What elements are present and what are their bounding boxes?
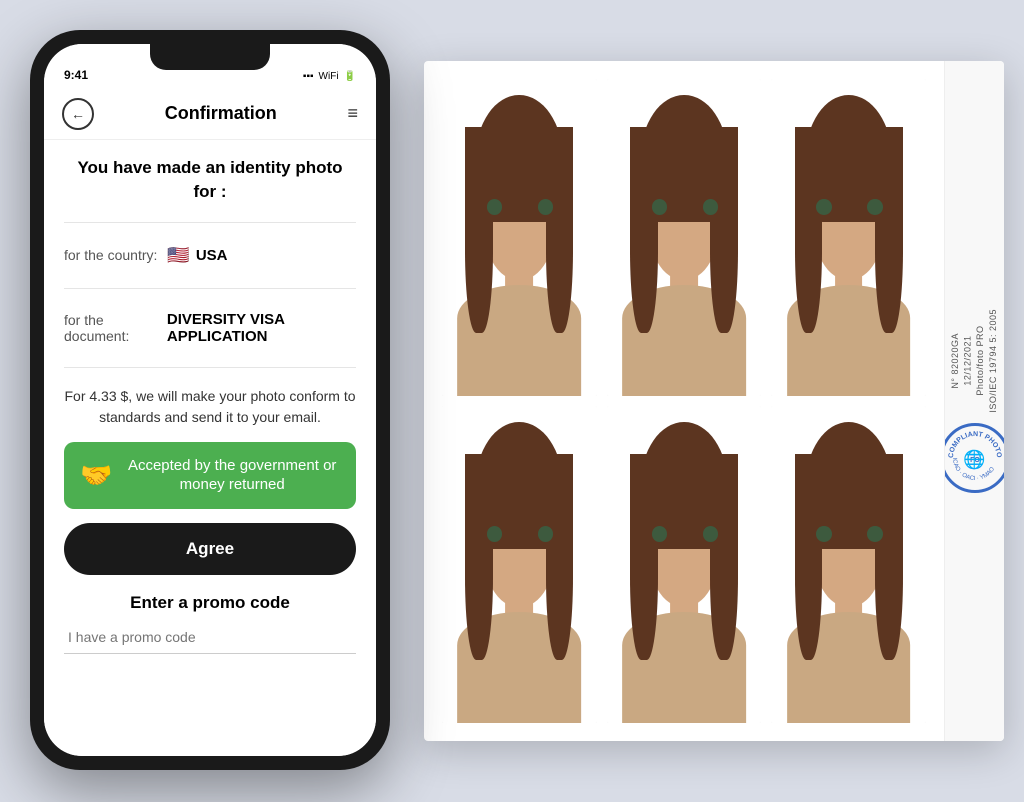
compliant-stamp: COMPLIANT PHOTOS ICAO · OACI · YMAO FO 🌐 <box>944 423 1004 493</box>
nav-title: Confirmation <box>165 103 277 124</box>
country-row: for the country: 🇺🇸 USA <box>64 241 356 270</box>
globe-icon: 🌐 <box>963 449 985 470</box>
photo-sidebar: N° 82020GA 12/12/2021 Photo/foto PRO ISO… <box>944 61 1004 741</box>
sidebar-info: N° 82020GA 12/12/2021 Photo/foto PRO ISO… <box>949 309 999 413</box>
photo-person-5 <box>607 406 762 723</box>
back-button[interactable]: ← <box>62 98 94 130</box>
country-label: for the country: <box>64 247 157 263</box>
scene: 9:41 ▪▪▪ WiFi 🔋 ← Confirmation ≡ You hav… <box>0 0 1024 802</box>
photo-cell-5 <box>607 406 762 723</box>
phone: 9:41 ▪▪▪ WiFi 🔋 ← Confirmation ≡ You hav… <box>30 30 390 770</box>
country-value: 🇺🇸 USA <box>167 245 227 266</box>
heading: You have made an identity photo for : <box>64 156 356 204</box>
photo-cell-4 <box>442 406 597 723</box>
price-text: For 4.33 $, we will make your photo conf… <box>64 386 356 428</box>
document-label: for the document: <box>64 312 157 344</box>
divider-2 <box>64 288 356 289</box>
status-time: 9:41 <box>64 68 88 82</box>
photo-cell-6 <box>771 406 926 723</box>
photo-cell-3 <box>771 79 926 396</box>
photo-person-1 <box>442 79 597 396</box>
photo-cell-1 <box>442 79 597 396</box>
phone-inner: 9:41 ▪▪▪ WiFi 🔋 ← Confirmation ≡ You hav… <box>44 44 376 756</box>
promo-input[interactable] <box>64 621 356 654</box>
sidebar-date: 12/12/2021 <box>962 309 975 413</box>
divider-1 <box>64 222 356 223</box>
guarantee-banner: 🤝 Accepted by the government or money re… <box>64 442 356 509</box>
photo-cell-2 <box>607 79 762 396</box>
divider-3 <box>64 367 356 368</box>
photo-grid <box>424 61 944 741</box>
guarantee-text: Accepted by the government or money retu… <box>124 456 340 495</box>
country-name: USA <box>196 247 228 264</box>
sidebar-standard: ISO/IEC 19794 5: 2005 <box>987 309 1000 413</box>
flag-icon: 🇺🇸 <box>167 245 189 266</box>
wifi-icon: WiFi <box>319 71 339 82</box>
signal-icon: ▪▪▪ <box>303 71 314 82</box>
agree-button[interactable]: Agree <box>64 523 356 575</box>
photo-person-6 <box>771 406 926 723</box>
document-row: for the document: DIVERSITY VISA APPLICA… <box>64 307 356 349</box>
status-icons: ▪▪▪ WiFi 🔋 <box>303 71 356 82</box>
back-icon: ← <box>71 106 85 122</box>
phone-content: You have made an identity photo for : fo… <box>44 140 376 756</box>
sidebar-number: N° 82020GA <box>949 309 962 413</box>
photo-person-2 <box>607 79 762 396</box>
photo-person-3 <box>771 79 926 396</box>
promo-title: Enter a promo code <box>64 593 356 613</box>
sidebar-brand: Photo/foto PRO <box>975 309 988 413</box>
promo-section: Enter a promo code <box>64 589 356 654</box>
photo-sheet: N° 82020GA 12/12/2021 Photo/foto PRO ISO… <box>424 61 1004 741</box>
menu-icon[interactable]: ≡ <box>347 103 358 124</box>
phone-notch <box>150 44 270 70</box>
document-value: DIVERSITY VISA APPLICATION <box>167 311 356 345</box>
nav-bar: ← Confirmation ≡ <box>44 88 376 140</box>
photo-person-4 <box>442 406 597 723</box>
guarantee-icon: 🤝 <box>80 460 112 491</box>
battery-icon: 🔋 <box>344 71 356 82</box>
